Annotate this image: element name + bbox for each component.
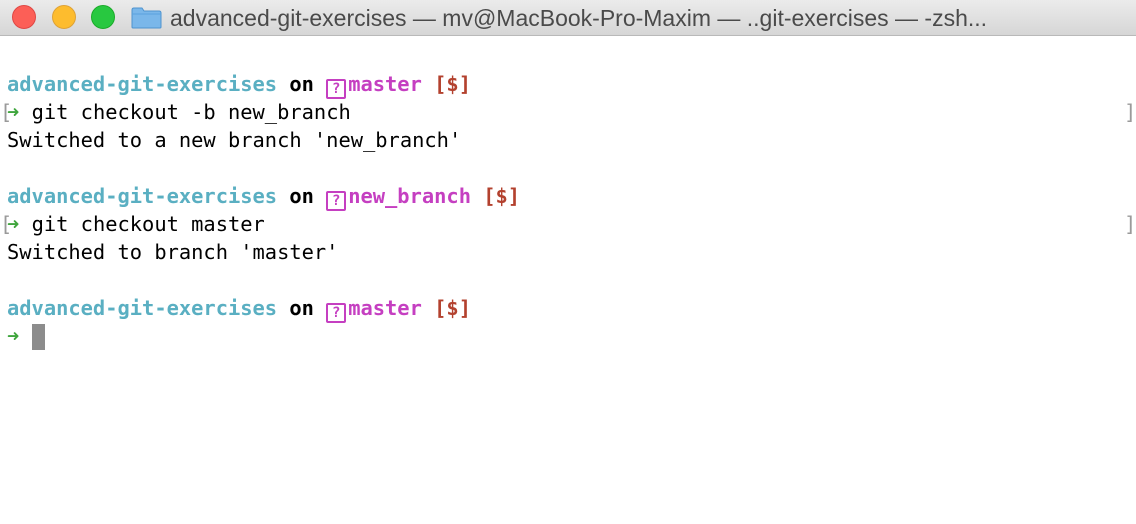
prompt-line: advanced-git-exercises on ? new_branch [$… bbox=[0, 182, 1136, 211]
terminal-content[interactable]: advanced-git-exercises on ? master [$] [ … bbox=[0, 70, 1136, 350]
command-text: git checkout -b new_branch bbox=[31, 100, 351, 124]
prompt-status: [$] bbox=[483, 184, 521, 208]
prompt-status: [$] bbox=[434, 72, 471, 96]
terminal-window: advanced-git-exercises — mv@MacBook-Pro-… bbox=[0, 0, 1136, 524]
command-text: git checkout master bbox=[31, 212, 265, 236]
prompt-on: on bbox=[289, 72, 314, 96]
output-text: Switched to branch 'master' bbox=[7, 240, 339, 264]
unknown-icon: ? bbox=[326, 191, 347, 211]
prompt-on: on bbox=[289, 184, 314, 208]
title-bar[interactable]: advanced-git-exercises — mv@MacBook-Pro-… bbox=[0, 0, 1136, 36]
command-line: [ ➜ git checkout -b new_branch ] bbox=[0, 98, 1136, 126]
unknown-icon: ? bbox=[326, 303, 347, 323]
arrow-icon: ➜ bbox=[7, 100, 20, 124]
prompt-directory: advanced-git-exercises bbox=[7, 296, 278, 320]
output-line: Switched to a new branch 'new_branch' bbox=[0, 126, 1136, 154]
line-right-bracket: ] bbox=[1124, 100, 1136, 124]
close-button[interactable] bbox=[12, 5, 36, 29]
prompt-branch: new_branch bbox=[348, 184, 471, 208]
prompt-branch: master bbox=[348, 296, 422, 320]
folder-icon bbox=[131, 7, 162, 29]
prompt-line: advanced-git-exercises on ? master [$] bbox=[0, 70, 1136, 99]
arrow-icon: ➜ bbox=[7, 212, 20, 236]
prompt-branch: master bbox=[348, 72, 422, 96]
minimize-button[interactable] bbox=[52, 5, 76, 29]
line-right-bracket: ] bbox=[1124, 212, 1136, 236]
input-line[interactable]: ➜ bbox=[0, 322, 1136, 350]
output-line: Switched to branch 'master' bbox=[0, 238, 1136, 266]
window-title: advanced-git-exercises — mv@MacBook-Pro-… bbox=[170, 5, 988, 31]
unknown-icon: ? bbox=[326, 79, 347, 99]
prompt-status: [$] bbox=[434, 296, 471, 320]
command-line: [ ➜ git checkout master ] bbox=[0, 210, 1136, 238]
output-text: Switched to a new branch 'new_branch' bbox=[7, 128, 462, 152]
prompt-on: on bbox=[289, 296, 314, 320]
prompt-directory: advanced-git-exercises bbox=[7, 72, 278, 96]
prompt-directory: advanced-git-exercises bbox=[7, 184, 278, 208]
zoom-button[interactable] bbox=[91, 5, 115, 29]
prompt-line: advanced-git-exercises on ? master [$] bbox=[0, 294, 1136, 323]
text-cursor bbox=[31, 324, 45, 350]
arrow-icon: ➜ bbox=[7, 324, 20, 348]
